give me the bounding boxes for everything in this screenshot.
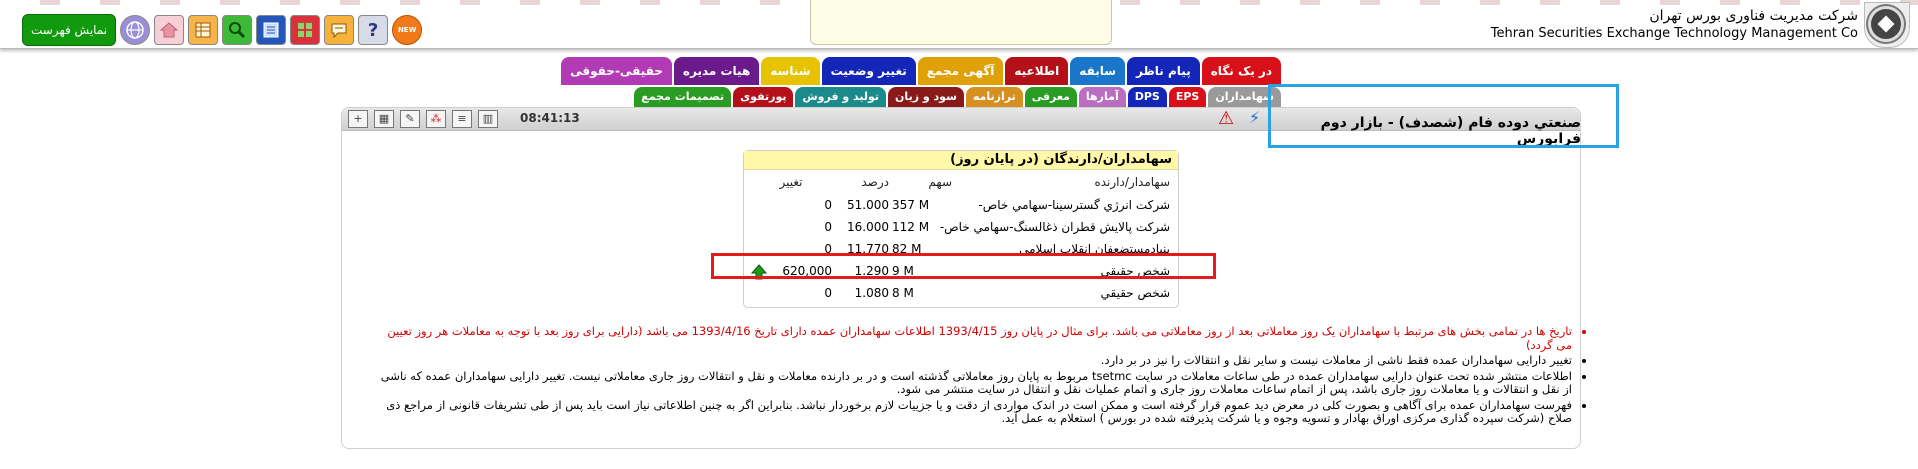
holder-percent: 51.000 <box>847 198 889 212</box>
shareholders-title: سهامداران/دارندگان (در پایان روز) <box>744 151 1178 170</box>
lightning-icon[interactable]: ⚡ <box>1249 108 1260 127</box>
warning-icon[interactable]: ⚠ <box>1218 108 1234 129</box>
tab-primary-0[interactable]: در یک نگاه <box>1201 57 1281 85</box>
tab-primary-2[interactable]: سابقه <box>1070 57 1126 85</box>
holder-share: 112 M <box>892 220 930 234</box>
company-name-fa: شرکت مدیریت فناوری بورس تهران <box>1649 8 1858 24</box>
chat-icon[interactable] <box>324 15 355 45</box>
holder-percent: 1.080 <box>854 286 889 300</box>
tab-primary-3[interactable]: اطلاعیه <box>1005 57 1069 85</box>
holder-share: 357 M <box>892 198 930 212</box>
help-icon[interactable]: ? <box>358 15 389 45</box>
calculator-icon[interactable]: ▦ <box>374 110 394 128</box>
tab-primary-7[interactable]: هیات مدیره <box>673 57 760 85</box>
tab-secondary-9[interactable]: تصمیمات مجمع <box>634 87 732 107</box>
tab-secondary-1[interactable]: EPS <box>1168 87 1207 107</box>
holder-name: شخص حقيقي <box>1100 286 1171 300</box>
tab-secondary-2[interactable]: DPS <box>1127 87 1167 107</box>
tab-primary-1[interactable]: پیام ناظر <box>1127 57 1200 85</box>
holder-change: 0 <box>824 286 832 300</box>
tab-secondary-7[interactable]: تولید و فروش <box>795 87 887 107</box>
note-item: تاریخ ها در تمامی بخش های مرتبط با سهامد… <box>378 324 1572 352</box>
tab-secondary-5[interactable]: ترازنامه <box>965 87 1023 107</box>
shareholders-table: سهامداران/دارندگان (در پایان روز) سهامدا… <box>743 150 1179 308</box>
holder-change: 0 <box>824 220 832 234</box>
message-panel <box>810 0 1112 45</box>
holder-name: شرکت انرژي گسترسينا-سهامي خاص- <box>978 198 1170 212</box>
note-item: اطلاعات منتشر شده تحت عنوان دارایی سهامد… <box>378 369 1572 397</box>
add-icon[interactable]: + <box>348 110 368 128</box>
book-icon[interactable] <box>256 15 287 45</box>
tab-primary-6[interactable]: شناسه <box>761 57 820 85</box>
highlight-box-title <box>1268 84 1619 148</box>
tabs-row-secondary: سهامداران EPS DPS آمارها معرفی ترازنامه سود و … <box>634 87 1281 107</box>
tab-secondary-8[interactable]: پورتفوی <box>733 87 794 107</box>
note-item: تغییر دارایی سهامداران عمده فقط ناشی از … <box>378 353 1572 368</box>
new-badge-icon[interactable]: NEW <box>392 15 423 45</box>
home-icon[interactable] <box>154 15 185 45</box>
table-row[interactable]: شرکت انرژي گسترسينا-سهامي خاص- 357 M 51.00… <box>744 196 1178 214</box>
tab-primary-4[interactable]: آگهی مجمع <box>917 57 1004 85</box>
tsetmc-logo-icon[interactable] <box>1868 6 1904 42</box>
highlight-box-row <box>711 253 1216 279</box>
new-badge-label: NEW <box>397 26 417 34</box>
shareholders-header-row: سهامدار/دارنده سهم درصد تغییر <box>744 173 1178 191</box>
table-icon[interactable] <box>188 15 219 45</box>
grid-icon[interactable] <box>290 15 321 45</box>
toolbar: نمایش فهرست ? NEW <box>22 14 423 46</box>
company-name-en: Tehran Securities Exchange Technology Ma… <box>1490 26 1858 41</box>
globe-icon[interactable] <box>120 15 151 45</box>
holder-name: شرکت پالايش قطران ذغالسنگ-سهامي خاص- <box>939 220 1170 234</box>
notes-section: تاریخ ها در تمامی بخش های مرتبط با سهامد… <box>378 324 1588 428</box>
tab-secondary-4[interactable]: معرفی <box>1024 87 1077 107</box>
col-change: تغییر <box>779 175 803 189</box>
table-row[interactable]: شرکت پالايش قطران ذغالسنگ-سهامي خاص- 112 … <box>744 218 1178 236</box>
note-item: فهرست سهامداران عمده برای آگاهی و بصورت … <box>378 398 1572 426</box>
network-icon[interactable]: ⁂ <box>426 110 446 128</box>
list-icon[interactable]: ≡ <box>452 110 472 128</box>
col-share: سهم <box>928 175 952 189</box>
tab-secondary-6[interactable]: سود و زیان <box>888 87 964 107</box>
top-bar: شرکت مدیریت فناوری بورس تهران Tehran Sec… <box>0 0 1918 49</box>
market-time: 08:41:13 <box>520 111 580 125</box>
tab-secondary-3[interactable]: آمارها <box>1078 87 1126 107</box>
show-list-button[interactable]: نمایش فهرست <box>22 14 117 46</box>
panel-tools: + ▦ ✎ ⁂ ≡ ▥ <box>348 110 498 128</box>
search-icon[interactable] <box>222 15 253 45</box>
table-row[interactable]: شخص حقيقي 8 M 1.080 0 <box>744 284 1178 302</box>
col-pct: درصد <box>861 175 889 189</box>
holder-change: 0 <box>824 198 832 212</box>
tabs-row-primary: در یک نگاه پیام ناظر سابقه اطلاعیه آگهی مجمع… <box>561 57 1281 85</box>
col-holder: سهامدار/دارنده <box>1094 175 1170 189</box>
holder-share: 8 M <box>892 286 914 300</box>
bar-chart-icon[interactable]: ▥ <box>478 110 498 128</box>
tab-primary-5[interactable]: تغییر وضعیت <box>821 57 916 85</box>
holder-percent: 16.000 <box>847 220 889 234</box>
tab-primary-8[interactable]: حقیقی-حقوقی <box>561 57 672 85</box>
edit-icon[interactable]: ✎ <box>400 110 420 128</box>
